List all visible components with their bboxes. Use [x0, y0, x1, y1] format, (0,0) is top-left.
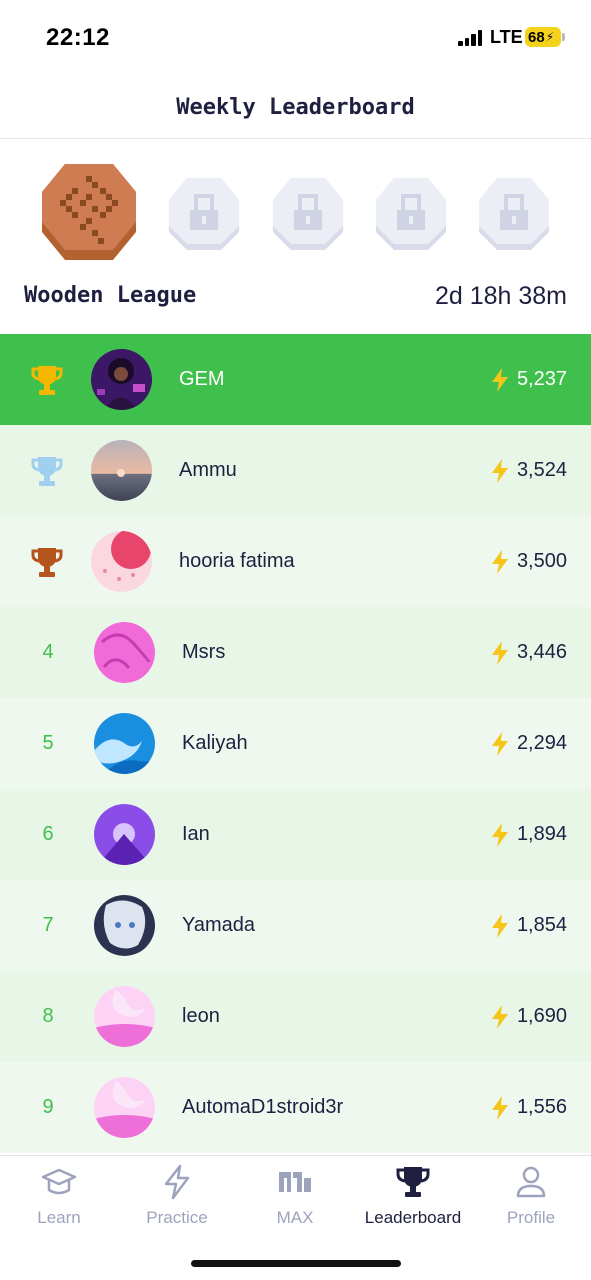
tab-max[interactable]: MAX — [236, 1156, 354, 1241]
player-score: 2,294 — [489, 731, 567, 757]
status-bar: 22:12 LTE 68 ⚡ — [0, 0, 591, 76]
gold-trophy-icon — [31, 365, 63, 395]
player-name: GEM — [179, 368, 225, 390]
tab-label: Learn — [37, 1208, 81, 1227]
trophy-icon — [396, 1167, 430, 1197]
player-name: AutomaD1stroid3r — [182, 1096, 344, 1118]
player-score: 1,556 — [489, 1095, 567, 1121]
lightning-icon — [491, 458, 508, 483]
avatar[interactable] — [94, 804, 155, 865]
home-indicator[interactable] — [191, 1260, 401, 1267]
score-value: 3,446 — [516, 641, 567, 663]
score-value: 5,237 — [516, 368, 567, 390]
player-score: 5,237 — [489, 367, 567, 393]
charging-icon: ⚡ — [545, 30, 555, 44]
player-score: 1,690 — [489, 1004, 567, 1030]
locked-league-badge-icon[interactable] — [477, 176, 551, 252]
avatar[interactable] — [91, 440, 152, 501]
person-icon — [516, 1166, 546, 1198]
player-score: 1,854 — [489, 913, 567, 939]
player-score: 3,524 — [489, 458, 567, 484]
league-name: Wooden League — [24, 283, 197, 308]
graduation-cap-icon — [41, 1168, 77, 1195]
player-name: hooria fatima — [179, 550, 295, 572]
rank-number: 7 — [42, 914, 54, 936]
rank-number: 8 — [42, 1005, 54, 1027]
page-title: Weekly Leaderboard — [176, 94, 415, 120]
lightning-icon — [164, 1164, 190, 1200]
battery-level: 68 — [528, 28, 545, 46]
signal-strength-icon — [458, 30, 484, 46]
leaderboard-row[interactable]: Ammu 3,524 — [0, 425, 591, 516]
player-name: leon — [182, 1005, 220, 1027]
score-value: 2,294 — [516, 732, 567, 754]
score-value: 1,690 — [516, 1005, 567, 1027]
avatar[interactable] — [94, 713, 155, 774]
locked-league-badge-icon[interactable] — [374, 176, 448, 252]
bronze-trophy-icon — [31, 547, 63, 577]
score-value: 1,556 — [516, 1096, 567, 1118]
rank-number: 5 — [42, 732, 54, 754]
avatar[interactable] — [94, 895, 155, 956]
wooden-league-badge-icon[interactable] — [40, 162, 138, 262]
battery-icon: 68 ⚡ — [525, 27, 561, 47]
leaderboard-row[interactable]: 7 Yamada 1,854 — [0, 880, 591, 971]
silver-trophy-icon — [31, 456, 63, 486]
leaderboard-row[interactable]: 8 leon 1,690 — [0, 971, 591, 1062]
status-time: 22:12 — [46, 24, 110, 51]
max-logo-icon — [279, 1172, 311, 1192]
rank-number: 4 — [42, 641, 54, 663]
tab-leaderboard[interactable]: Leaderboard — [354, 1156, 472, 1241]
header: Weekly Leaderboard — [0, 76, 591, 139]
lightning-icon — [491, 822, 508, 847]
lightning-icon — [491, 640, 508, 665]
leaderboard-row[interactable]: 5 Kaliyah 2,294 — [0, 698, 591, 789]
locked-league-badge-icon[interactable] — [167, 176, 241, 252]
player-score: 3,446 — [489, 640, 567, 666]
league-badges — [0, 160, 591, 270]
player-name: Yamada — [182, 914, 256, 936]
tab-label: Practice — [146, 1208, 208, 1227]
player-name: Ammu — [179, 459, 237, 481]
score-value: 3,500 — [516, 550, 567, 572]
battery-cap — [562, 33, 565, 41]
player-name: Kaliyah — [182, 732, 248, 754]
lightning-icon — [491, 549, 508, 574]
tab-label: Leaderboard — [364, 1208, 462, 1227]
rank-number: 6 — [42, 823, 54, 845]
lightning-icon — [491, 731, 508, 756]
player-name: Ian — [182, 823, 210, 845]
leaderboard-row[interactable]: 9 AutomaD1stroid3r 1,556 — [0, 1062, 591, 1153]
score-value: 3,524 — [516, 459, 567, 481]
tab-label: Profile — [506, 1208, 556, 1227]
tab-learn[interactable]: Learn — [0, 1156, 118, 1241]
lightning-icon — [491, 1004, 508, 1029]
lightning-icon — [491, 1095, 508, 1120]
player-score: 1,894 — [489, 822, 567, 848]
network-type: LTE — [490, 27, 523, 47]
score-value: 1,894 — [516, 823, 567, 845]
avatar[interactable] — [91, 531, 152, 592]
tab-profile[interactable]: Profile — [472, 1156, 590, 1241]
avatar[interactable] — [94, 622, 155, 683]
leaderboard-list: GEM 5,237 Ammu 3,524 hooria fatima 3,500… — [0, 334, 591, 1153]
league-timer: 2d 18h 38m — [434, 282, 567, 310]
avatar[interactable] — [91, 349, 152, 410]
locked-league-badge-icon[interactable] — [271, 176, 345, 252]
lightning-icon — [491, 913, 508, 938]
leaderboard-row[interactable]: 4 Msrs 3,446 — [0, 607, 591, 698]
leaderboard-row[interactable]: GEM 5,237 — [0, 334, 591, 425]
player-score: 3,500 — [489, 549, 567, 575]
avatar[interactable] — [94, 1077, 155, 1138]
lightning-icon — [491, 367, 508, 392]
tab-practice[interactable]: Practice — [118, 1156, 236, 1241]
score-value: 1,854 — [516, 914, 567, 936]
leaderboard-row[interactable]: 6 Ian 1,894 — [0, 789, 591, 880]
leaderboard-row[interactable]: hooria fatima 3,500 — [0, 516, 591, 607]
avatar[interactable] — [94, 986, 155, 1047]
tab-label: MAX — [276, 1208, 314, 1227]
rank-number: 9 — [42, 1096, 54, 1118]
player-name: Msrs — [182, 641, 226, 663]
